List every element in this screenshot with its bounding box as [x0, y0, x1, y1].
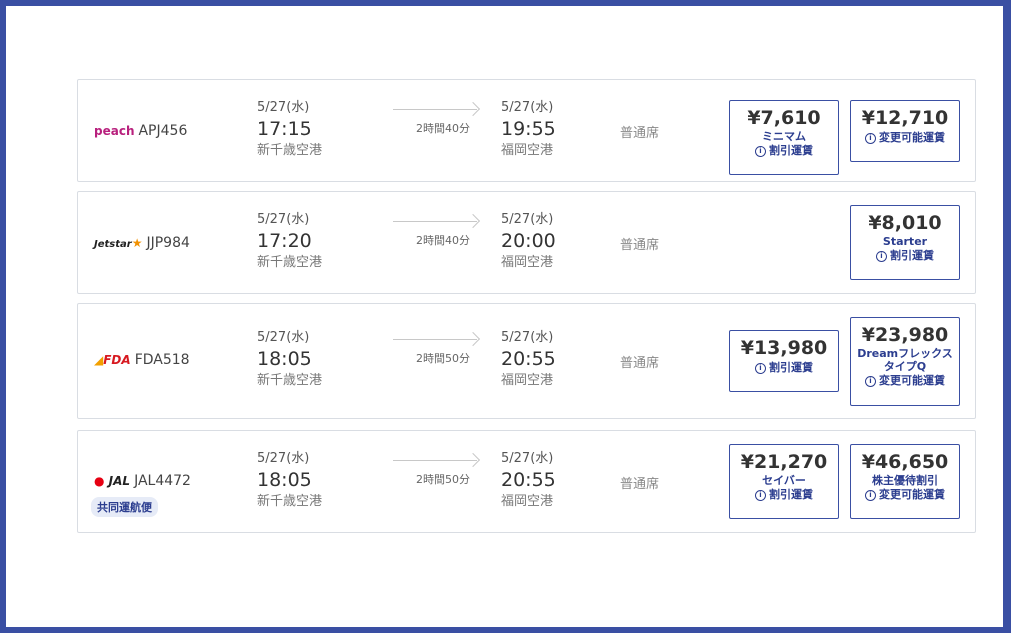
arrival-airport: 福岡空港 [501, 373, 554, 388]
fare-type: i 変更可能運賃 [851, 487, 959, 503]
fda-logo: ◢FDA [94, 353, 131, 367]
departure-date: 5/27(水) [257, 451, 310, 466]
fare-price: ¥21,270 [740, 451, 828, 473]
fare-price: ¥8,010 [868, 212, 942, 234]
arrow-right-icon [393, 213, 481, 229]
flight-number: JJP984 [146, 235, 190, 251]
fare-button-discount[interactable]: ¥13,980 i 割引運賃 [729, 330, 839, 392]
airline-info: ◢FDA FDA518 [94, 352, 190, 368]
fare-name: Dreamフレックス [857, 347, 953, 360]
departure-airport: 新千歳空港 [257, 373, 323, 388]
fare-price: ¥46,650 [861, 451, 949, 473]
fare-button-flexible[interactable]: ¥12,710 i 変更可能運賃 [850, 100, 960, 162]
departure-airport: 新千歳空港 [257, 255, 323, 270]
arrival: 5/27(水) 19:55 福岡空港 [501, 100, 556, 160]
info-circle-icon: i [755, 363, 766, 374]
arrival-date: 5/27(水) [501, 100, 554, 115]
arrival-time: 19:55 [501, 118, 556, 140]
flight-duration: 2時間40分 [416, 122, 470, 135]
fare-button-discount[interactable]: ¥7,610 ミニマム i 割引運賃 [729, 100, 839, 175]
flight-card: Jetstar★ JJP984 5/27(水) 17:20 新千歳空港 2時間4… [77, 191, 976, 294]
fare-price: ¥23,980 [861, 324, 949, 346]
fare-price: ¥13,980 [740, 337, 828, 359]
flight-duration: 2時間50分 [416, 352, 470, 365]
airline-info: peach APJ456 [94, 123, 187, 139]
arrival-date: 5/27(水) [501, 330, 554, 345]
info-circle-icon: i [755, 490, 766, 501]
departure-date: 5/27(水) [257, 330, 310, 345]
peach-logo: peach [94, 124, 135, 138]
fare-button-discount[interactable]: ¥8,010 Starter i 割引運賃 [850, 205, 960, 280]
arrival-date: 5/27(水) [501, 451, 554, 466]
info-circle-icon: i [876, 251, 887, 262]
codeshare-badge: 共同運航便 [91, 497, 158, 517]
info-circle-icon: i [865, 133, 876, 144]
departure: 5/27(水) 17:20 新千歳空港 [257, 212, 322, 272]
arrival-time: 20:55 [501, 348, 556, 370]
fare-name: ミニマム [762, 130, 806, 143]
flight-number: APJ456 [138, 123, 188, 139]
flight-duration: 2時間50分 [416, 473, 470, 486]
fare-button-discount[interactable]: ¥21,270 セイバー i 割引運賃 [729, 444, 839, 519]
departure-airport: 新千歳空港 [257, 143, 323, 158]
seat-class: 普通席 [620, 238, 660, 253]
arrival-time: 20:55 [501, 469, 556, 491]
info-circle-icon: i [865, 490, 876, 501]
arrow-right-icon [393, 101, 481, 117]
info-circle-icon: i [755, 146, 766, 157]
info-circle-icon: i [865, 376, 876, 387]
fare-type: i 割引運賃 [730, 360, 838, 376]
arrival-airport: 福岡空港 [501, 143, 554, 158]
departure-time: 17:20 [257, 230, 312, 252]
fare-type: i 変更可能運賃 [851, 373, 959, 389]
fare-type: i 割引運賃 [730, 143, 838, 159]
seat-class: 普通席 [620, 126, 660, 141]
arrival-airport: 福岡空港 [501, 494, 554, 509]
departure-time: 18:05 [257, 469, 312, 491]
seat-class: 普通席 [620, 356, 660, 371]
arrival-date: 5/27(水) [501, 212, 554, 227]
departure-airport: 新千歳空港 [257, 494, 323, 509]
fare-price: ¥12,710 [861, 107, 949, 129]
departure-time: 17:15 [257, 118, 312, 140]
fare-button-flexible[interactable]: ¥46,650 株主優待割引 i 変更可能運賃 [850, 444, 960, 519]
fare-name: Starter [882, 235, 928, 248]
arrival-time: 20:00 [501, 230, 556, 252]
flight-card: ● JAL JAL4472 共同運航便 5/27(水) 18:05 新千歳空港 … [77, 430, 976, 533]
departure-date: 5/27(水) [257, 212, 310, 227]
fare-name: セイバー [762, 474, 806, 487]
flight-card: ◢FDA FDA518 5/27(水) 18:05 新千歳空港 2時間50分 5… [77, 303, 976, 419]
jal-logo: ● JAL [94, 474, 131, 488]
arrow-right-icon [393, 331, 481, 347]
seat-class: 普通席 [620, 477, 660, 492]
fare-name: 株主優待割引 [872, 474, 938, 487]
arrival-airport: 福岡空港 [501, 255, 554, 270]
departure-time: 18:05 [257, 348, 312, 370]
airline-info: Jetstar★ JJP984 [94, 235, 190, 251]
flight-number: FDA518 [134, 352, 190, 368]
airline-info: ● JAL JAL4472 [94, 473, 191, 489]
departure: 5/27(水) 17:15 新千歳空港 [257, 100, 322, 160]
arrival: 5/27(水) 20:55 福岡空港 [501, 451, 556, 511]
flight-card: peach APJ456 5/27(水) 17:15 新千歳空港 2時間40分 … [77, 79, 976, 182]
fare-button-flexible[interactable]: ¥23,980 Dreamフレックス タイプQ i 変更可能運賃 [850, 317, 960, 406]
fare-type: i 変更可能運賃 [851, 130, 959, 146]
departure: 5/27(水) 18:05 新千歳空港 [257, 330, 322, 390]
arrival: 5/27(水) 20:00 福岡空港 [501, 212, 556, 272]
departure: 5/27(水) 18:05 新千歳空港 [257, 451, 322, 511]
fare-price: ¥7,610 [747, 107, 821, 129]
fare-name-line2: タイプQ [883, 360, 927, 373]
departure-date: 5/27(水) [257, 100, 310, 115]
flight-number: JAL4472 [134, 473, 191, 489]
arrow-right-icon [393, 452, 481, 468]
arrival: 5/27(水) 20:55 福岡空港 [501, 330, 556, 390]
results-frame: peach APJ456 5/27(水) 17:15 新千歳空港 2時間40分 … [6, 6, 1003, 627]
fare-type: i 割引運賃 [730, 487, 838, 503]
fare-type: i 割引運賃 [851, 248, 959, 264]
jetstar-logo: Jetstar★ [94, 236, 143, 250]
flight-duration: 2時間40分 [416, 234, 470, 247]
